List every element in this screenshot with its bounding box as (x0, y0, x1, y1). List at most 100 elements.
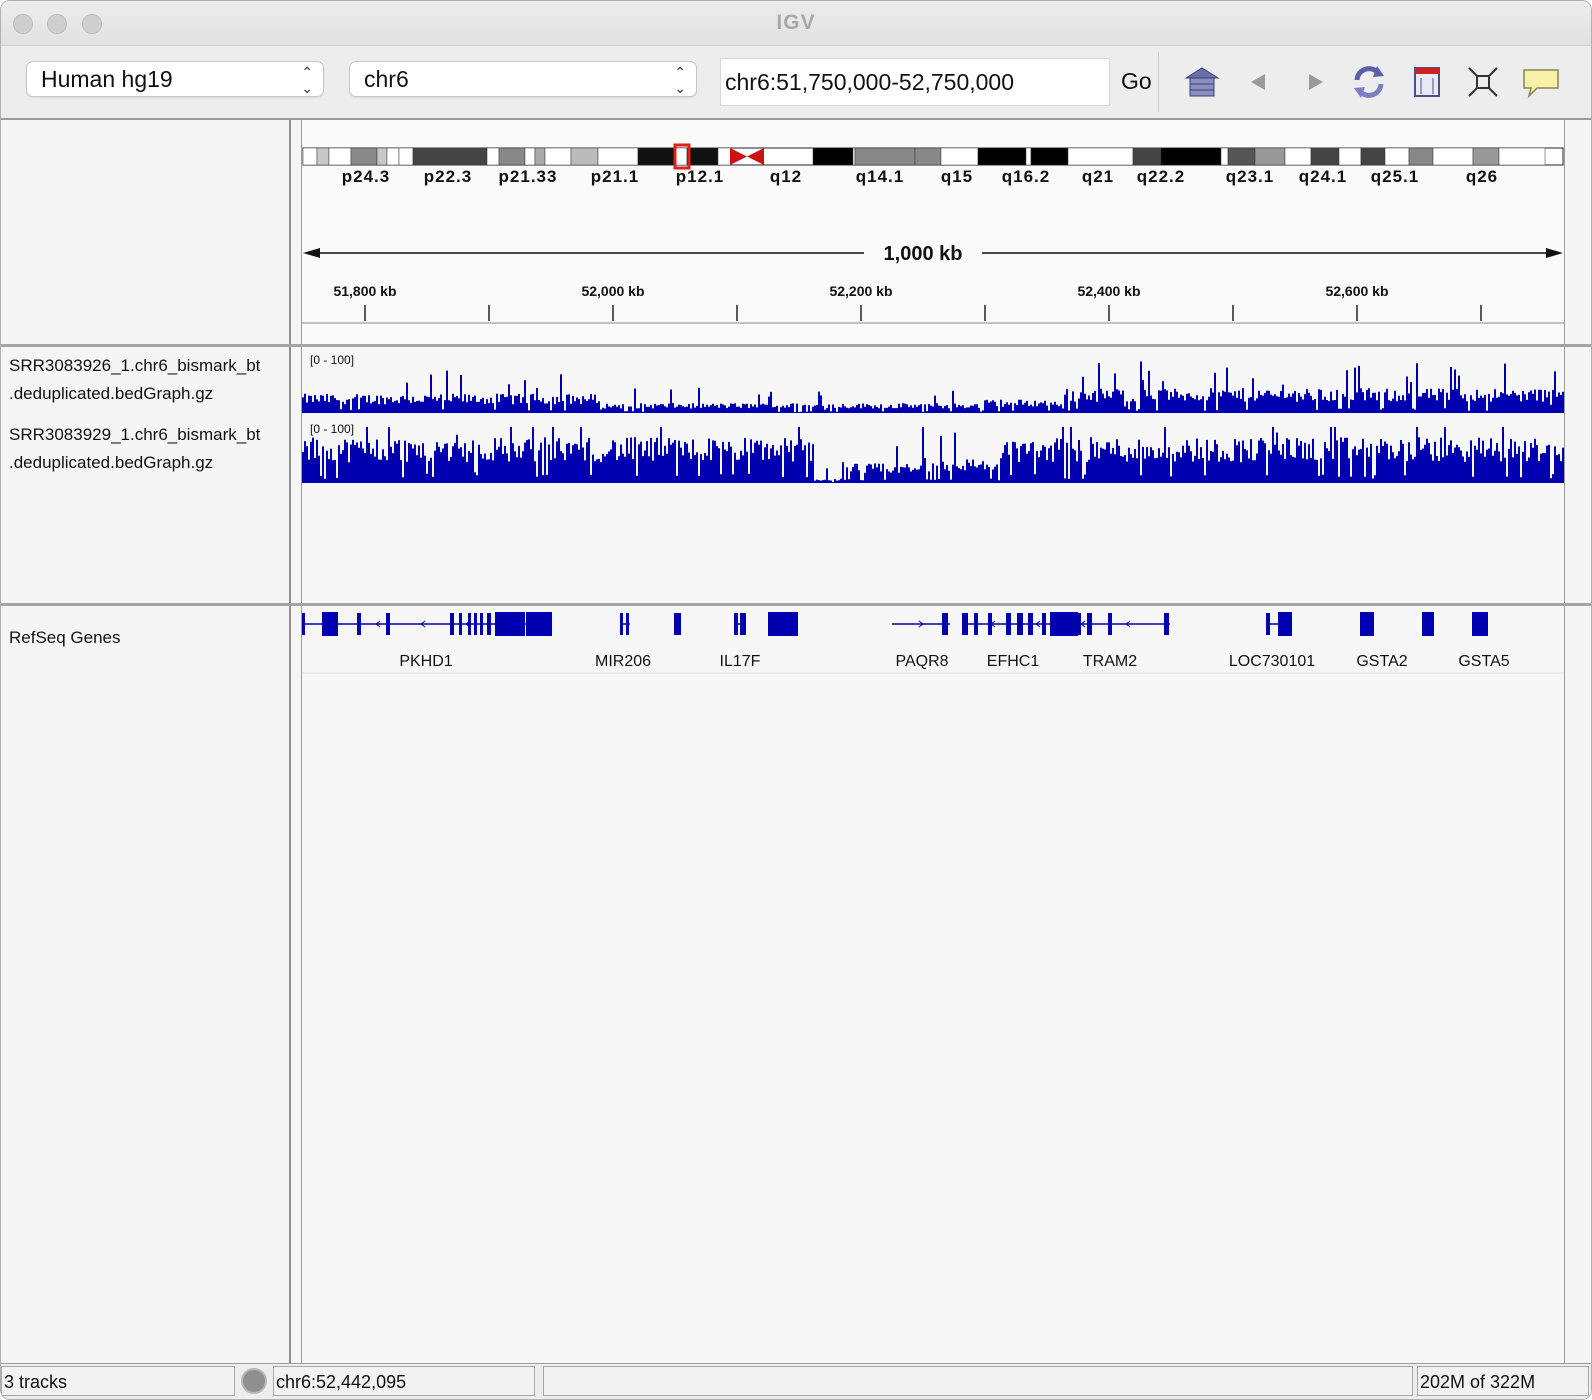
header-data-panel: p24.3 p22.3 p21.33 p21.1 p12.1 q12 q14.1 q15 q16… (301, 120, 1565, 344)
ideogram-band (1472, 147, 1500, 166)
gene-exon (962, 613, 968, 635)
ideogram-band (1432, 147, 1474, 166)
ideogram-band (674, 147, 688, 166)
ideogram-band (398, 147, 414, 166)
gene-exon (386, 613, 390, 635)
chromosome-select[interactable]: chr6 ⌃ ⌄ (349, 61, 697, 97)
gene-label: PAQR8 (895, 653, 948, 670)
track-name-2[interactable]: SRR3083929_1.chr6_bismark_bt .deduplicat… (9, 421, 281, 477)
igv-window: IGV Human hg19 ⌃ ⌄ chr6 ⌃ ⌄ chr6:51,750,00… (0, 0, 1592, 1400)
gene-exon (526, 612, 552, 636)
data-name-panel: SRR3083926_1.chr6_bismark_bt .deduplicat… (1, 347, 291, 603)
gene-exon (988, 613, 992, 635)
chevron-updown-icon: ⌃ ⌄ (301, 64, 313, 96)
ideogram-band (1384, 147, 1410, 166)
gene-exon (942, 613, 948, 635)
ideogram-and-ruler[interactable]: p24.3 p22.3 p21.33 p21.1 p12.1 q12 q14.1 q15 q16… (302, 120, 1564, 344)
gene-exon (322, 612, 338, 636)
gene-exon (674, 613, 681, 635)
ideogram-band-label: q14.1 (856, 167, 904, 186)
refresh-icon[interactable] (1351, 64, 1387, 100)
gene-label: LOC730101 (1229, 653, 1315, 670)
track-name-1-line2: .deduplicated.bedGraph.gz (9, 384, 214, 403)
locus-input[interactable]: chr6:51,750,000-52,750,000 (720, 58, 1110, 106)
track-2-bars (302, 427, 1564, 483)
main-toolbar: Human hg19 ⌃ ⌄ chr6 ⌃ ⌄ chr6:51,750,000-52… (1, 46, 1591, 120)
genome-select-value: Human hg19 (41, 66, 173, 92)
gene-exon (459, 613, 462, 635)
activity-indicator-icon (241, 1368, 267, 1394)
toolbar-divider (1158, 52, 1159, 112)
ruler-span-label: 1,000 kb (884, 243, 963, 265)
status-bar: 3 tracks chr6:52,442,095 202M of 322M (1, 1363, 1591, 1399)
gene-label: MIR206 (595, 653, 651, 670)
gene-exon (487, 613, 491, 635)
home-icon[interactable] (1184, 64, 1220, 100)
ruler-left-arrow-icon (303, 248, 320, 258)
gene-exon (1472, 612, 1488, 636)
ideogram-band-label: p21.1 (591, 167, 639, 186)
ideogram-band-label: q16.2 (1002, 167, 1050, 186)
ideogram-band (1160, 147, 1222, 166)
gene-exon (1278, 612, 1292, 636)
go-button[interactable]: Go (1121, 68, 1152, 95)
gene-label: PKHD1 (399, 653, 452, 670)
back-arrow-icon[interactable] (1241, 64, 1277, 100)
ideogram-band (328, 147, 352, 166)
ideogram-band-label: q22.2 (1137, 167, 1185, 186)
ideogram-band (412, 147, 488, 166)
ideogram-band (544, 147, 572, 166)
track-name-1-line1: SRR3083926_1.chr6_bismark_bt (9, 356, 261, 375)
gene-exon (626, 613, 629, 635)
ideogram-band (386, 147, 400, 166)
gene-exon (1028, 613, 1033, 635)
signal-data-panel: [0 - 100] [0 - 100] (301, 347, 1565, 603)
ideogram-band (376, 147, 388, 166)
gene-exon (474, 613, 477, 635)
gene-exon (1087, 613, 1092, 635)
track-2-range: [0 - 100] (310, 422, 355, 436)
popup-text-icon[interactable] (1521, 64, 1561, 100)
gene-exon (495, 612, 525, 636)
track-name-1[interactable]: SRR3083926_1.chr6_bismark_bt .deduplicat… (9, 352, 281, 408)
roi-icon[interactable] (1409, 64, 1445, 100)
ruler-right-arrow-icon (1546, 248, 1563, 258)
ideogram-band (1408, 147, 1434, 166)
track-1-range: [0 - 100] (310, 353, 355, 367)
ideogram-band (717, 147, 732, 166)
ideogram-band (977, 147, 1027, 166)
bedgraph-signal[interactable] (302, 347, 1564, 603)
locus-input-value: chr6:51,750,000-52,750,000 (725, 69, 1015, 95)
ideogram-band (498, 147, 526, 166)
gene-exon (1050, 612, 1078, 636)
track-1-bars (302, 361, 1564, 413)
ideogram-band-label: q21 (1082, 167, 1114, 186)
window-title: IGV (776, 11, 816, 34)
refseq-genes-track[interactable]: PKHD1 MIR206 IL17F PAQR8 EFHC1 TRAM2 LOC730101… (302, 606, 1564, 1363)
ideogram-band (1220, 147, 1229, 166)
fit-window-icon[interactable] (1465, 64, 1501, 100)
feature-panel: RefSeq Genes PKHD1 MIR206 IL17F PAQR8 EFHC1 T… (1, 606, 1591, 1363)
ideogram-band (1284, 147, 1312, 166)
ideogram-band-label: q23.1 (1226, 167, 1274, 186)
gene-exon (1422, 612, 1434, 636)
feature-name-panel: RefSeq Genes (1, 606, 291, 1363)
chevron-updown-icon: ⌃ ⌄ (674, 64, 686, 96)
refseq-track-name[interactable]: RefSeq Genes (9, 624, 281, 652)
ideogram-band (1498, 147, 1546, 166)
ideogram-band (852, 147, 856, 166)
ideogram-band (686, 147, 719, 166)
track-count: 3 tracks (1, 1366, 235, 1396)
gene-exon (468, 613, 471, 635)
ideogram-band (940, 147, 979, 166)
ideogram-band (1067, 147, 1134, 166)
memory-usage: 202M of 322M (1417, 1366, 1589, 1396)
forward-arrow-icon[interactable] (1297, 64, 1333, 100)
ideogram-band (637, 147, 676, 166)
genome-select[interactable]: Human hg19 ⌃ ⌄ (26, 61, 324, 97)
ideogram-band (854, 147, 916, 166)
chromosome-select-value: chr6 (364, 66, 409, 92)
ideogram-band (350, 147, 378, 166)
gene-exon (768, 612, 798, 636)
header-panel: p24.3 p22.3 p21.33 p21.1 p12.1 q12 q14.1 q15 q16… (1, 120, 1591, 344)
